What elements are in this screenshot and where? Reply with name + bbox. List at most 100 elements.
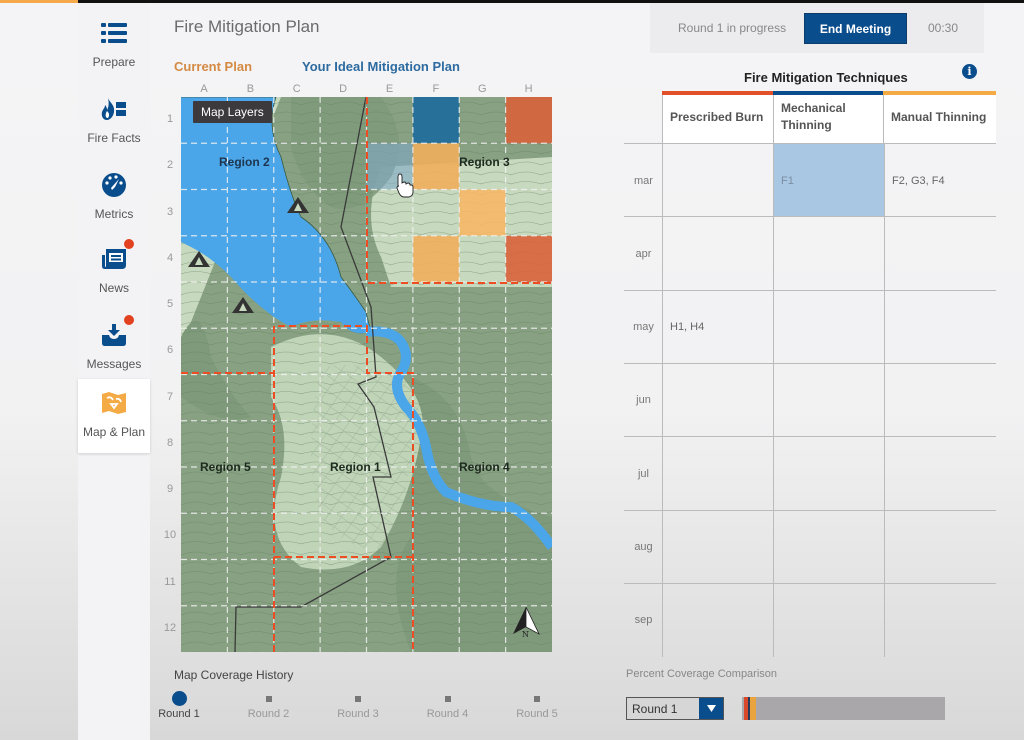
map-column-label: H	[524, 83, 533, 95]
schedule-cell[interactable]	[662, 363, 773, 437]
schedule-cell[interactable]	[884, 363, 996, 437]
technique-header-mechanical-thinning: Mechanical Thinning	[773, 91, 884, 143]
region-4-label: Region 4	[459, 460, 510, 474]
sidebar-item-messages[interactable]: Messages	[78, 311, 150, 383]
sidebar-item-label: Fire Facts	[87, 131, 141, 145]
map-column-label: B	[246, 83, 255, 95]
sidebar-item-label: Metrics	[94, 207, 134, 221]
schedule-cell[interactable]	[662, 437, 773, 511]
schedule-cell[interactable]: F1	[773, 144, 884, 217]
map-row-label: 12	[163, 621, 177, 634]
schedule-cell[interactable]	[884, 290, 996, 364]
gauge-icon	[100, 171, 128, 199]
sidebar-item-news[interactable]: News	[78, 235, 150, 307]
schedule-cell[interactable]	[884, 510, 996, 584]
map-column-label: C	[292, 83, 301, 95]
month-label: aug	[634, 541, 653, 553]
round-label: Round 4	[426, 708, 469, 720]
sidebar-item-label: News	[98, 281, 129, 295]
chevron-down-icon[interactable]	[699, 698, 723, 719]
schedule-cell[interactable]	[662, 144, 773, 217]
technique-header-label: Mechanical Thinning	[781, 101, 846, 132]
info-icon[interactable]: i	[962, 64, 977, 79]
round-dot	[534, 696, 540, 702]
sidebar-item-fire-facts[interactable]: Fire Facts	[78, 85, 150, 157]
region-3-label: Region 3	[459, 155, 510, 169]
region-1-label: Region 1	[330, 460, 381, 474]
schedule-cell[interactable]	[884, 583, 996, 657]
round-status: Round 1 in progress	[678, 21, 787, 35]
map-row-label: 5	[166, 298, 174, 311]
schedule-cell[interactable]	[662, 217, 773, 291]
schedule-row-jun: jun	[624, 362, 996, 437]
fire-facts-icon	[100, 95, 128, 123]
sidebar-item-label: Messages	[86, 357, 142, 371]
newspaper-icon	[100, 239, 134, 273]
map-row-label: 8	[166, 436, 174, 449]
top-accent	[0, 0, 78, 3]
schedule-cell[interactable]: F2, G3, F4	[884, 144, 996, 217]
map-column-label: E	[385, 83, 394, 95]
map-cell-h1[interactable]	[505, 97, 552, 144]
month-label: jul	[637, 467, 649, 480]
round-dot	[355, 696, 361, 702]
map-column-label: F	[432, 83, 440, 95]
schedule-row-apr: apr	[624, 216, 996, 291]
map-cell-g3[interactable]	[459, 189, 506, 236]
region-2-label: Region 2	[219, 155, 270, 169]
month-label: jun	[636, 394, 651, 407]
map-row-label: 2	[166, 159, 174, 172]
sidebar-item-prepare[interactable]: Prepare	[78, 9, 150, 81]
map-cell-f4[interactable]	[412, 235, 460, 282]
map-cell-f1[interactable]	[412, 97, 460, 144]
tab-ideal-plan[interactable]: Your Ideal Mitigation Plan	[302, 59, 460, 74]
notification-badge	[124, 315, 134, 325]
schedule-row-sep: sep	[624, 582, 996, 657]
region-5-label: Region 5	[200, 460, 251, 474]
end-meeting-button[interactable]: End Meeting	[804, 13, 907, 44]
map-row-label: 11	[164, 575, 176, 588]
schedule-cell[interactable]: H1, H4	[662, 290, 773, 364]
schedule-cell[interactable]	[773, 510, 884, 584]
map-icon	[100, 389, 128, 417]
page-title: Fire Mitigation Plan	[174, 17, 320, 36]
notification-badge	[124, 239, 134, 249]
map-canvas[interactable]: N Map Layers Region 2 Region 3 Region 5 …	[181, 97, 552, 652]
coverage-history-title: Map Coverage History	[174, 668, 294, 682]
techniques-title: Fire Mitigation Techniques	[744, 70, 908, 85]
month-label: may	[633, 321, 654, 334]
round-1-marker[interactable]: Round 1	[144, 691, 214, 720]
schedule-cell[interactable]	[662, 583, 773, 657]
sidebar-item-map-plan[interactable]: Map & Plan	[78, 379, 150, 453]
map-layers-button[interactable]: Map Layers	[193, 101, 272, 123]
round-label: Round 5	[516, 708, 558, 720]
round-select[interactable]: Round 1	[626, 697, 724, 720]
map-cell-f2[interactable]	[412, 143, 460, 190]
month-label: sep	[634, 614, 653, 627]
map-row-label: 9	[166, 483, 174, 496]
schedule-cell[interactable]	[773, 290, 884, 364]
round-2-marker[interactable]: Round 2	[234, 691, 304, 720]
schedule-cell[interactable]	[884, 437, 996, 511]
topographic-map: N	[181, 97, 552, 652]
schedule-cell[interactable]	[884, 217, 996, 291]
round-dot	[444, 696, 451, 702]
map-row-label: 4	[166, 251, 174, 264]
schedule-row-aug: aug	[624, 509, 996, 584]
sidebar-item-metrics[interactable]: Metrics	[78, 161, 150, 233]
round-4-marker[interactable]: Round 4	[413, 691, 483, 720]
round-select-value: Round 1	[632, 702, 678, 716]
schedule-cell[interactable]	[773, 437, 884, 511]
round-3-marker[interactable]: Round 3	[323, 691, 393, 720]
round-5-marker[interactable]: Round 5	[502, 691, 572, 720]
technique-header-manual-thinning: Manual Thinning	[883, 91, 996, 143]
schedule-cell[interactable]	[773, 583, 884, 657]
schedule-cell[interactable]	[773, 217, 884, 291]
schedule-cell[interactable]	[662, 510, 773, 584]
schedule-cell[interactable]	[773, 363, 884, 437]
map-column-label: G	[477, 83, 487, 95]
map-row-label: 6	[166, 344, 174, 357]
session-bar: Round 1 in progress End Meeting 00:30	[650, 3, 984, 53]
tab-current-plan[interactable]: Current Plan	[174, 59, 252, 74]
map-cell-h4[interactable]	[505, 235, 552, 282]
